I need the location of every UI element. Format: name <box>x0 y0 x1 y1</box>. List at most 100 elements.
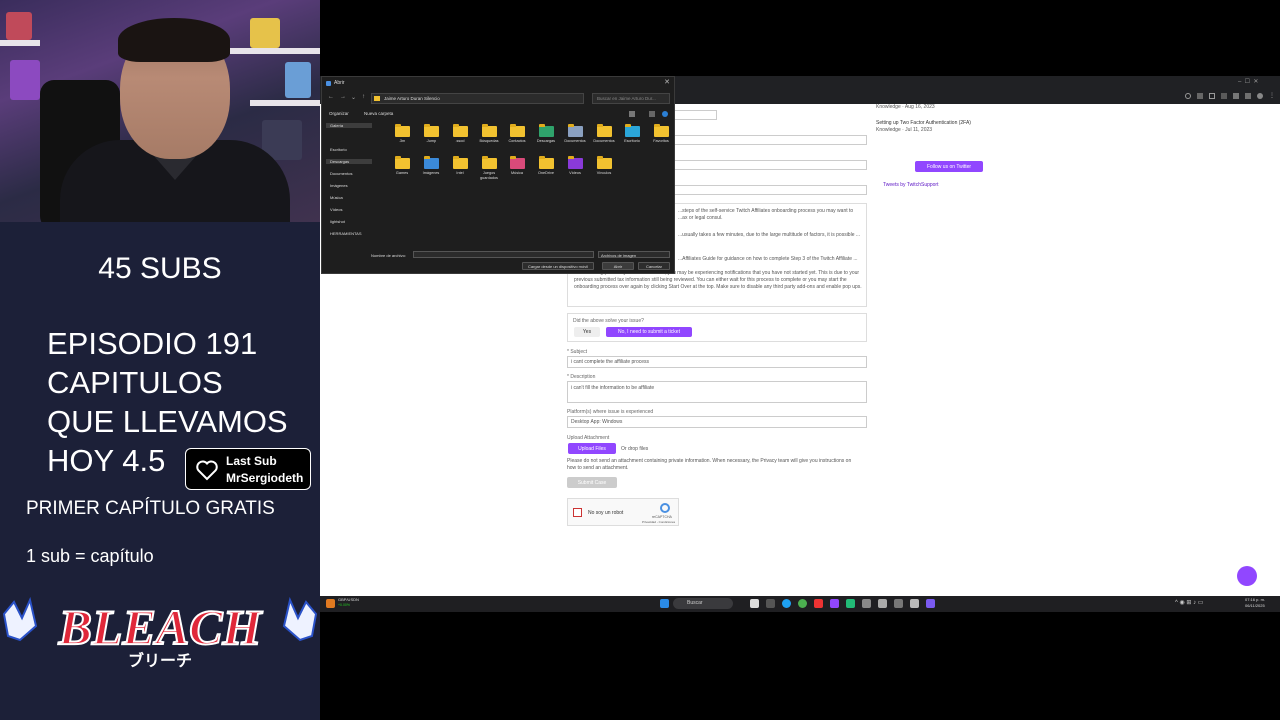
obs-icon[interactable] <box>926 599 935 608</box>
platform-select[interactable]: Desktop App: Windows <box>567 416 867 428</box>
folder-item[interactable]: Imágenes <box>418 156 444 190</box>
recaptcha-terms[interactable]: Privacidad - Condiciones <box>642 520 675 524</box>
settings-icon[interactable] <box>878 599 887 608</box>
cancel-button[interactable]: Cancelar <box>638 262 670 270</box>
folder-item[interactable]: .ssod <box>447 124 473 158</box>
sidebar-item-lightshot[interactable]: lightshot <box>330 219 345 224</box>
folder-item[interactable]: Favoritos <box>648 124 674 158</box>
folder-icon <box>395 156 410 169</box>
organize-button[interactable]: Organizar <box>329 111 349 116</box>
forward-arrow-icon[interactable]: → <box>340 94 346 100</box>
help-icon[interactable] <box>662 111 668 117</box>
sidebar-item-documents[interactable]: Documentos <box>330 171 352 176</box>
extension-icon[interactable] <box>1233 93 1239 99</box>
recaptcha-brand: reCAPTCHA <box>652 515 672 519</box>
folder-item[interactable]: Escritorio <box>619 124 645 158</box>
twitch-icon[interactable] <box>830 599 839 608</box>
back-arrow-icon[interactable]: ← <box>328 94 334 100</box>
weather-icon[interactable] <box>326 599 335 608</box>
folder-item[interactable]: .3m <box>389 124 415 158</box>
chat-icon[interactable] <box>1237 566 1257 586</box>
sidebar-item-videos[interactable]: Vídeos <box>330 207 342 212</box>
folder-item[interactable]: Games <box>389 156 415 190</box>
folder-item[interactable]: Juegos guardados <box>476 156 502 190</box>
folder-item[interactable]: Contactos <box>504 124 530 158</box>
dialog-title: Abrir <box>334 80 345 86</box>
folder-icon <box>395 124 410 137</box>
avatar[interactable] <box>1257 93 1263 99</box>
open-button[interactable]: Abrir <box>602 262 634 270</box>
follow-twitter-button[interactable]: Follow us on Twitter <box>915 161 983 172</box>
load-from-device-button[interactable]: Cargar desde un dispositivo móvil <box>522 262 594 270</box>
dropdown-field[interactable] <box>672 160 867 170</box>
preview-pane-icon[interactable] <box>649 111 655 117</box>
system-tray-icons[interactable]: ^ ◉ ⊞ ♪ ▭ <box>1175 599 1203 606</box>
app-icon[interactable] <box>910 599 919 608</box>
chevron-down-icon[interactable]: ⌄ <box>351 94 356 101</box>
bleach-logo: BLEACH ブリーチ <box>2 596 318 670</box>
upload-files-button[interactable]: Upload Files <box>568 443 616 454</box>
brave-icon[interactable] <box>814 599 823 608</box>
sidebar-item-tools[interactable]: HERRAMIENTAS <box>330 231 361 236</box>
folder-item[interactable]: OneDrive <box>533 156 559 190</box>
folder-item[interactable]: Vídeos <box>562 156 588 190</box>
chrome-icon[interactable] <box>798 599 807 608</box>
folder-item[interactable]: Búsquedas <box>476 124 502 158</box>
file-explorer-icon[interactable] <box>750 599 759 608</box>
app-icon[interactable] <box>894 599 903 608</box>
figure <box>6 12 32 40</box>
info-text: ...steps of the self-service Twitch Affi… <box>678 208 854 221</box>
sidebar-item-gallery[interactable]: Galería <box>326 123 372 128</box>
view-icon[interactable] <box>629 111 635 117</box>
upload-files-label: Upload Files <box>578 445 606 452</box>
extension-icon[interactable] <box>1221 93 1227 99</box>
new-folder-button[interactable]: Nueva carpeta <box>364 111 393 116</box>
sidebar-item-desktop[interactable]: Escritorio <box>330 147 347 152</box>
extension-icon[interactable] <box>1185 93 1191 99</box>
window-controls[interactable]: – ☐ ✕ <box>1238 78 1258 85</box>
folder-icon <box>654 124 669 137</box>
documents-folder-icon <box>568 124 583 137</box>
taskbar-search[interactable]: Buscar <box>673 598 733 609</box>
folder-label: Documentos <box>564 139 586 143</box>
menu-icon[interactable]: ⋮ <box>1269 92 1275 99</box>
app-icon[interactable] <box>846 599 855 608</box>
description-textarea[interactable]: i can't fill the information to be affil… <box>567 381 867 403</box>
sidebar-item-downloads[interactable]: Descargas <box>326 159 372 164</box>
filetype-select[interactable]: Archivos de imagen <box>598 251 670 258</box>
app-icon[interactable] <box>766 599 775 608</box>
profile-icon[interactable] <box>1245 93 1251 99</box>
address-bar[interactable]: Jaime Arturo Duran Silencio <box>371 93 584 104</box>
app-icon[interactable] <box>862 599 871 608</box>
filename-input[interactable] <box>413 251 594 258</box>
captcha-checkbox[interactable] <box>573 508 582 517</box>
folder-item[interactable]: Vínculos <box>591 156 617 190</box>
folder-item[interactable]: .Jump <box>418 124 444 158</box>
form-field[interactable] <box>672 110 717 120</box>
yes-button[interactable]: Yes <box>574 327 600 337</box>
privacy-note: Please do not send an attachment contain… <box>567 458 852 471</box>
sidebar-item-music[interactable]: Música <box>330 195 343 200</box>
submit-case-button[interactable]: Submit Case <box>567 477 617 488</box>
bookmark-icon[interactable] <box>1209 93 1215 99</box>
folder-item[interactable]: Documentos <box>591 124 617 158</box>
windows-start-icon[interactable] <box>660 599 669 608</box>
folder-item[interactable]: Música <box>504 156 530 190</box>
edge-icon[interactable] <box>782 599 791 608</box>
folder-item[interactable]: Descargas <box>533 124 559 158</box>
subject-input[interactable]: i cant complete the affiliate process <box>567 356 867 368</box>
dropdown-field[interactable] <box>672 185 867 195</box>
folder-icon <box>510 124 525 137</box>
search-input[interactable]: Buscar en Jaime Arturo Dur... <box>592 93 670 104</box>
close-icon[interactable]: ✕ <box>664 78 670 86</box>
tweets-link[interactable]: Tweets by TwitchSupport <box>883 182 939 188</box>
up-arrow-icon[interactable]: ↑ <box>362 94 365 100</box>
dropdown-field[interactable] <box>672 135 867 145</box>
folder-item[interactable]: Documentos <box>562 124 588 158</box>
extension-icon[interactable] <box>1197 93 1203 99</box>
folder-item[interactable]: Intel <box>447 156 473 190</box>
kb-article-link[interactable]: Setting up Two Factor Authentication (2F… <box>876 120 971 126</box>
submit-ticket-button[interactable]: No, I need to submit a ticket <box>606 327 692 337</box>
shelf <box>250 100 320 106</box>
sidebar-item-pictures[interactable]: Imágenes <box>330 183 348 188</box>
